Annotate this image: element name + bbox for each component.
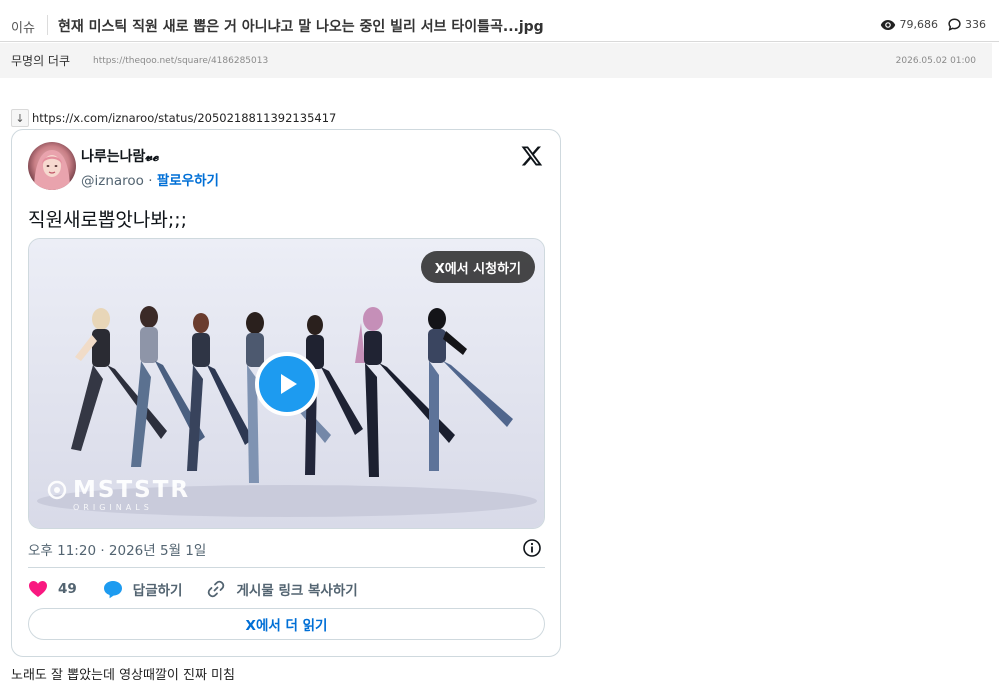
tweet-embed-card: 나루는나람𝓿𝓮 @iznaroo · 팔로우하기 직원새로뽑앗나봐;;; X에서… xyxy=(11,129,561,657)
tweet-display-name[interactable]: 나루는나람𝓿𝓮 xyxy=(81,146,159,166)
comment-bubble-icon xyxy=(948,18,961,31)
reply-label: 답글하기 xyxy=(132,583,183,599)
post-date: 2026.05.02 01:00 xyxy=(895,56,976,66)
play-icon xyxy=(281,374,297,394)
author-name: 무명의 더쿠 xyxy=(11,54,71,68)
tweet-handle-row: @iznaroo · 팔로우하기 xyxy=(81,169,219,189)
tweet-divider xyxy=(28,567,545,568)
post-permalink[interactable]: https://theqoo.net/square/4186285013 xyxy=(93,56,268,66)
copy-link-label: 게시물 링크 복사하기 xyxy=(236,583,358,599)
post-meta-bar: 무명의 더쿠 https://theqoo.net/square/4186285… xyxy=(0,43,992,78)
link-icon xyxy=(208,580,225,598)
brand-logo-icon xyxy=(47,480,67,500)
follow-link[interactable]: 팔로우하기 xyxy=(157,173,219,189)
read-more-on-x-button[interactable]: X에서 더 읽기 xyxy=(28,608,545,640)
comment-count: 336 xyxy=(965,18,986,31)
post-title-bar: 이슈 현재 미스틱 직원 새로 뽑은 거 아니냐고 말 나오는 중인 빌리 서브… xyxy=(0,0,999,42)
reply-button[interactable]: 답글하기 xyxy=(103,579,183,599)
down-arrow-icon: ↓ xyxy=(11,109,29,127)
heart-icon xyxy=(29,581,47,597)
reply-bubble-icon xyxy=(103,580,122,598)
tweet-text: 직원새로뽑앗나봐;;; xyxy=(28,209,188,231)
tweet-timestamp[interactable]: 오후 11:20 · 2026년 5월 1일 xyxy=(28,539,206,559)
brand-subtitle: ORIGINALS xyxy=(73,503,153,512)
category-label[interactable]: 이슈 xyxy=(11,17,35,36)
page-title: 현재 미스틱 직원 새로 뽑은 거 아니냐고 말 나오는 중인 빌리 서브 타이… xyxy=(58,19,544,35)
source-link[interactable]: https://x.com/iznaroo/status/20502188113… xyxy=(32,111,336,125)
like-count: 49 xyxy=(58,581,77,597)
tweet-handle[interactable]: @iznaroo xyxy=(81,173,144,189)
x-logo-icon[interactable] xyxy=(520,144,544,168)
watch-on-x-button[interactable]: X에서 시청하기 xyxy=(420,251,535,283)
post-stats: 79,686 336 xyxy=(880,18,986,31)
like-button[interactable]: 49 xyxy=(28,580,77,598)
tweet-actions: 49 답글하기 게시물 링크 복사하기 xyxy=(28,578,358,600)
brand-watermark: MSTSTR xyxy=(47,477,191,503)
copy-link-button[interactable]: 게시물 링크 복사하기 xyxy=(206,579,358,599)
eye-icon xyxy=(880,19,896,31)
view-count: 79,686 xyxy=(899,18,939,31)
tweet-video[interactable]: X에서 시청하기 MSTSTR ORIGINALS xyxy=(28,238,545,529)
info-icon[interactable] xyxy=(522,538,542,558)
category-divider xyxy=(47,15,48,35)
post-body-text: 노래도 잘 뽑았는데 영상때깔이 진짜 미침 xyxy=(11,668,235,683)
handle-separator: · xyxy=(148,173,153,189)
brand-name: MSTSTR xyxy=(73,477,191,503)
avatar[interactable] xyxy=(28,142,76,190)
play-button[interactable] xyxy=(255,352,319,416)
source-link-line: ↓ https://x.com/iznaroo/status/205021881… xyxy=(11,109,336,127)
